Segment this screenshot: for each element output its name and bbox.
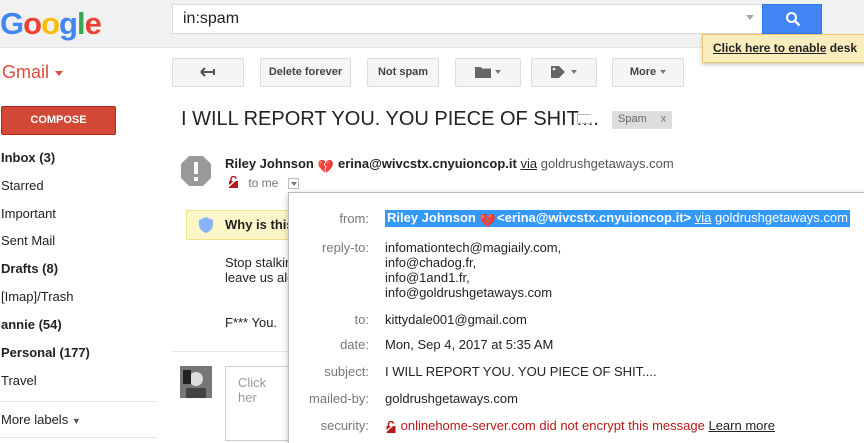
- message-subject: I WILL REPORT YOU. YOU PIECE OF SHIT....: [181, 108, 599, 130]
- body-line: F*** You.: [225, 315, 278, 330]
- more-labels-label: More labels: [1, 412, 69, 427]
- warning-avatar-icon: [181, 156, 211, 186]
- to-label: to:: [354, 312, 369, 327]
- date-label: date:: [340, 337, 369, 352]
- from-name: Riley Johnson: [387, 210, 476, 225]
- sender-name: Riley Johnson 💔: [225, 156, 334, 174]
- from-value: Riley Johnson 💔 <erina@wivcstx.cnyuionco…: [385, 210, 850, 228]
- not-spam-button[interactable]: Not spam: [367, 58, 439, 87]
- subject-label: subject:: [324, 364, 369, 379]
- sidebar-item[interactable]: Travel: [1, 373, 37, 388]
- labels-button[interactable]: [531, 58, 597, 87]
- mailed-by-value: goldrushgetaways.com: [385, 391, 518, 406]
- label-marker-icon[interactable]: [577, 114, 591, 124]
- chevron-down-icon: [660, 70, 667, 75]
- sender-name-text: Riley Johnson: [225, 156, 314, 171]
- sidebar-item[interactable]: Sent Mail: [1, 233, 55, 248]
- remove-label-icon[interactable]: x: [661, 113, 667, 125]
- chevron-down-icon: [55, 70, 64, 76]
- via-link[interactable]: via: [520, 156, 537, 171]
- spam-explanation-banner: Why is this: [186, 210, 296, 240]
- learn-more-link[interactable]: Learn more: [708, 418, 774, 433]
- sidebar-divider: [0, 437, 156, 438]
- logo-letter: l: [76, 6, 86, 41]
- message-details-popup: from: Riley Johnson 💔 <erina@wivcstx.cny…: [288, 192, 864, 443]
- spam-chip-label: Spam: [618, 113, 647, 125]
- logo-letter: g: [59, 6, 78, 41]
- sidebar-item[interactable]: annie (54): [1, 317, 62, 332]
- sidebar-item[interactable]: Drafts (8): [1, 261, 58, 276]
- more-label: More: [629, 66, 657, 78]
- sidebar-item[interactable]: Starred: [1, 178, 44, 193]
- sender-email-text: erina@wivcstx.cnyuioncop.it: [338, 156, 517, 171]
- mailed-by-label: mailed-by:: [309, 391, 369, 406]
- subject-value: I WILL REPORT YOU. YOU PIECE OF SHIT....: [385, 364, 657, 379]
- banner-rest-text: desk: [829, 41, 858, 55]
- arrow-left-icon: [200, 67, 215, 77]
- logo-letter: e: [84, 6, 102, 41]
- to-me-label: to me: [248, 176, 279, 190]
- from-label: from:: [339, 211, 369, 226]
- message-divider: [172, 351, 292, 352]
- delete-forever-button[interactable]: Delete forever: [260, 58, 351, 87]
- more-labels-toggle[interactable]: More labels ▼: [1, 412, 81, 427]
- from-via-link[interactable]: via: [695, 210, 712, 225]
- sender-email: erina@wivcstx.cnyuioncop.it via goldrush…: [338, 156, 674, 171]
- tag-icon: [551, 66, 565, 79]
- search-icon: [786, 12, 801, 27]
- from-email: <erina@wivcstx.cnyuioncop.it>: [497, 210, 692, 225]
- search-input[interactable]: in:spam: [172, 4, 762, 34]
- spam-label-chip: Spam x: [612, 111, 673, 129]
- security-label: security:: [320, 418, 369, 433]
- security-warning-text: onlinehome-server.com did not encrypt th…: [400, 418, 705, 433]
- compose-button[interactable]: COMPOSE: [1, 106, 116, 135]
- heart-icon: 💔: [479, 212, 496, 228]
- show-details-button[interactable]: [288, 178, 299, 189]
- chevron-down-icon: [571, 70, 577, 75]
- via-domain: goldrushgetaways.com: [540, 156, 674, 171]
- user-avatar: [180, 366, 212, 398]
- desktop-notifications-banner[interactable]: Click here to enable desk: [702, 34, 864, 63]
- gmail-app-switcher[interactable]: Gmail: [2, 62, 64, 83]
- reply-to-address: info@chadog.fr,: [385, 255, 477, 270]
- logo-letter: o: [41, 6, 60, 41]
- heart-icon: 💔: [317, 158, 334, 174]
- unencrypted-lock-icon: [227, 175, 240, 188]
- sidebar-item[interactable]: Inbox (3): [1, 150, 55, 165]
- chevron-down-icon: [495, 70, 501, 75]
- body-line: leave us alo: [225, 270, 295, 285]
- reply-input[interactable]: Click her: [225, 366, 295, 441]
- reply-to-address: infomationtech@magiaily.com,: [385, 240, 562, 255]
- search-button[interactable]: [762, 4, 822, 34]
- sidebar-item[interactable]: Personal (177): [1, 345, 90, 360]
- gmail-label: Gmail: [2, 62, 50, 82]
- more-button[interactable]: More: [612, 58, 684, 87]
- unencrypted-lock-icon: [385, 420, 397, 433]
- reply-to-address: info@1and1.fr,: [385, 270, 470, 285]
- recipient-line: to me: [227, 175, 279, 190]
- shield-icon: [199, 217, 213, 233]
- spam-explanation-text: Why is this: [225, 217, 294, 232]
- folder-icon: [475, 67, 491, 79]
- to-value: kittydale001@gmail.com: [385, 312, 527, 327]
- logo-letter: G: [0, 6, 24, 41]
- from-via-domain: goldrushgetaways.com: [715, 210, 848, 225]
- sidebar-item[interactable]: Important: [1, 206, 56, 221]
- sidebar-divider: [0, 401, 156, 402]
- reply-to-label: reply-to:: [322, 240, 369, 255]
- move-to-button[interactable]: [455, 58, 521, 87]
- google-logo[interactable]: Google: [0, 6, 102, 42]
- security-value: onlinehome-server.com did not encrypt th…: [385, 418, 775, 433]
- date-value: Mon, Sep 4, 2017 at 5:35 AM: [385, 337, 554, 352]
- reply-to-address: info@goldrushgetaways.com: [385, 285, 553, 300]
- sidebar-item[interactable]: [Imap]/Trash: [1, 289, 73, 304]
- caret-down-icon: ▼: [71, 416, 81, 426]
- search-options-caret-icon[interactable]: [746, 15, 754, 20]
- logo-letter: o: [23, 6, 42, 41]
- desktop-notifications-link[interactable]: Click here to enable: [713, 41, 826, 55]
- back-to-list-button[interactable]: [172, 58, 244, 87]
- body-line: Stop stalkin: [225, 255, 293, 270]
